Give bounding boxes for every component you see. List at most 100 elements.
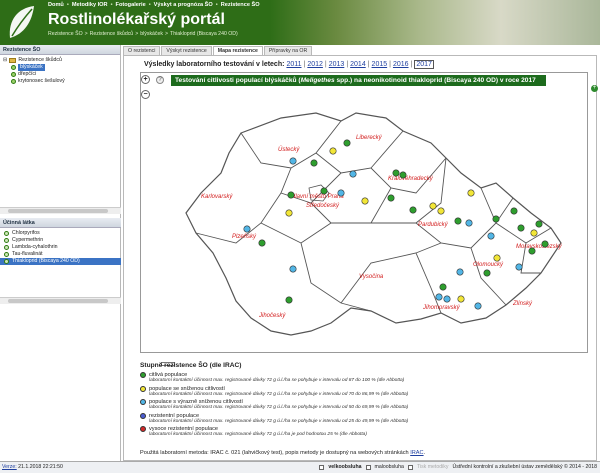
horizontal-scrollbar[interactable]	[0, 207, 121, 214]
year-link-2017[interactable]: 2017	[414, 60, 434, 69]
tree-item-drepcici[interactable]: dřepčíci	[3, 71, 117, 78]
sample-point	[361, 197, 369, 205]
tab-pripravky[interactable]: Přípravky na OR	[263, 46, 313, 55]
nav-vyskyt[interactable]: Výskyt a prognóza ŠO	[154, 2, 213, 8]
site-header: Domů • Metodiky IOR • Fotogalerie • Výskyt …	[0, 0, 600, 45]
map-title-part: spp.) na neonikotinoid thiakloprid (Bisc…	[334, 77, 536, 84]
sample-point	[349, 170, 357, 178]
tree-item-krytonosec[interactable]: krytonosec šešulový	[3, 78, 117, 85]
substance-chlorpyrifos[interactable]: Chlorpyrifos	[0, 230, 121, 237]
panel-title: Účinná látka	[0, 218, 121, 228]
substance-thiakloprid[interactable]: Thiakloprid (Biscaya 240 OD)	[0, 258, 121, 265]
sample-point	[387, 194, 395, 202]
substance-label: Cypermethrin	[12, 237, 44, 243]
sample-point	[467, 189, 475, 197]
tree-item-label: blýskáček	[18, 64, 45, 71]
sample-point	[487, 232, 495, 240]
checkbox-velkoobsluha[interactable]	[319, 465, 325, 470]
help-button[interactable]: ?	[156, 76, 164, 84]
substance-lambda[interactable]: Lambda-cyhalothrin	[0, 244, 121, 251]
checkbox-maloobsluha[interactable]	[365, 465, 371, 470]
tab-o-rezistenci[interactable]: O rezistenci	[123, 46, 161, 55]
substance-panel: Účinná látka Chlorpyrifos Cypermethrin L…	[0, 218, 121, 265]
sample-point	[456, 268, 464, 276]
method-note: Použitá laboratorní metoda: IRAC č. 021 …	[140, 450, 425, 456]
breadcrumb-item[interactable]: Rezistence škůdců	[90, 31, 134, 37]
sample-point	[285, 209, 293, 217]
year-link-2014[interactable]: 2014	[350, 61, 366, 68]
expand-minus-icon[interactable]: ⊟	[3, 57, 7, 64]
version-value: 21.1.2018 22:21:50	[18, 464, 63, 470]
sample-point	[310, 159, 318, 167]
substance-icon	[4, 259, 9, 264]
legend: Stupně rezistence ŠO (dle IRAC) citlivá …	[140, 362, 588, 440]
region-label-pardubicky: Pardubický	[418, 222, 449, 228]
czech-map[interactable]: Liberecký Ústecký Karlovarský Královéhra…	[141, 73, 587, 352]
tab-vyskyt-rezistence[interactable]: Výskyt rezistence	[161, 46, 212, 55]
map-viewport[interactable]: Liberecký Ústecký Karlovarský Královéhra…	[140, 72, 588, 366]
nav-rezistence[interactable]: Rezistence ŠO	[221, 2, 260, 8]
leaf-node-icon	[11, 72, 16, 77]
year-link-2016[interactable]: 2016	[393, 61, 409, 68]
tab-mapa-rezistence[interactable]: Mapa rezistence	[212, 46, 263, 55]
region-label-stredocesky: Středočeský	[306, 203, 340, 209]
legend-item-rezistentni: rezistentní populace laboratorní kontaktn…	[140, 412, 588, 425]
sample-point	[289, 157, 297, 165]
tree-item-rezistence-skudcu[interactable]: ⊟ Rezistence škůdců	[3, 57, 117, 64]
nav-home[interactable]: Domů	[48, 2, 64, 8]
left-panel: Rezistence ŠO ⊟ Rezistence škůdců blýská…	[0, 45, 121, 461]
map-title: Testování citlivosti populací blýskáčků …	[171, 75, 546, 86]
sample-point	[287, 191, 295, 199]
zoom-out-button[interactable]: −	[141, 90, 150, 99]
legend-item-desc: laboratorní kontaktní účinnost max. regi…	[149, 432, 367, 437]
legend-dot	[140, 372, 146, 378]
year-link-2011[interactable]: 2011	[286, 61, 301, 68]
years-label: Výsledky laboratorního testování v letec…	[144, 61, 285, 68]
breadcrumb-separator: >	[165, 31, 169, 37]
legend-item-desc: laboratorní kontaktní účinnost max. regi…	[149, 418, 409, 424]
option-label: maloobsluha	[374, 464, 404, 470]
copyright: Ústřední kontrolní a zkušební ústav země…	[452, 464, 597, 470]
horizontal-scrollbar[interactable]	[0, 297, 121, 304]
year-link-2012[interactable]: 2012	[307, 61, 323, 68]
sample-point	[392, 169, 400, 177]
breadcrumb: Rezistence ŠO > Rezistence škůdců > blýs…	[48, 31, 238, 37]
legend-item-desc: laboratorní kontaktní účinnost max. regi…	[149, 378, 405, 383]
year-link-2013[interactable]: 2013	[329, 61, 345, 68]
footer-options: velkoobsluha maloobsluha Tisk metodiky Ú…	[319, 462, 597, 473]
version-link[interactable]: Verze:	[2, 464, 17, 470]
print-icon[interactable]	[407, 465, 413, 470]
irac-link[interactable]: IRAC	[410, 450, 423, 456]
footer: Verze: 21.1.2018 22:21:50 velkoobsluha m…	[0, 461, 600, 473]
substance-icon	[4, 231, 9, 236]
method-text: Použitá laboratorní metoda: IRAC č. 021 …	[140, 450, 409, 456]
sample-point	[528, 247, 536, 255]
zoom-in-button[interactable]: +	[141, 75, 150, 84]
legend-dot	[140, 426, 146, 432]
substance-icon	[4, 252, 9, 257]
region-label-jihocesky: Jihočeský	[258, 313, 286, 319]
year-link-2015[interactable]: 2015	[372, 61, 388, 68]
sample-point	[289, 265, 297, 273]
tree-item-blyskacek[interactable]: blýskáček	[3, 64, 117, 71]
nav-fotogalerie[interactable]: Fotogalerie	[116, 2, 146, 8]
region-label-moravskoslezsky: Moravskoslezský	[516, 244, 563, 250]
legend-item-vysoce: vysoce rezistentní populace laboratorní k…	[140, 426, 588, 438]
breadcrumb-item[interactable]: blýskáček	[140, 31, 163, 37]
scrollbar-thumb[interactable]	[8, 209, 108, 213]
nav-metodiky[interactable]: Metodiky IOR	[72, 2, 108, 8]
sample-point	[437, 207, 445, 215]
substance-tau[interactable]: Tau-fluvalinát	[0, 251, 121, 258]
breadcrumb-separator: >	[135, 31, 139, 37]
leaf-node-icon	[11, 79, 16, 84]
legend-item-snizena: populace se sníženou citlivostí laborator…	[140, 385, 588, 398]
legend-item-desc: laboratorní kontaktní účinnost max. regi…	[149, 405, 409, 410]
breadcrumb-item[interactable]: Rezistence ŠO	[48, 31, 83, 37]
sample-point	[493, 254, 501, 262]
substance-cypermethrin[interactable]: Cypermethrin	[0, 237, 121, 244]
method-end: .	[423, 450, 426, 456]
scrollbar-thumb[interactable]	[8, 299, 108, 303]
expand-layer-button[interactable]: +	[591, 85, 598, 92]
sample-point	[429, 202, 437, 210]
sample-point	[329, 147, 337, 155]
